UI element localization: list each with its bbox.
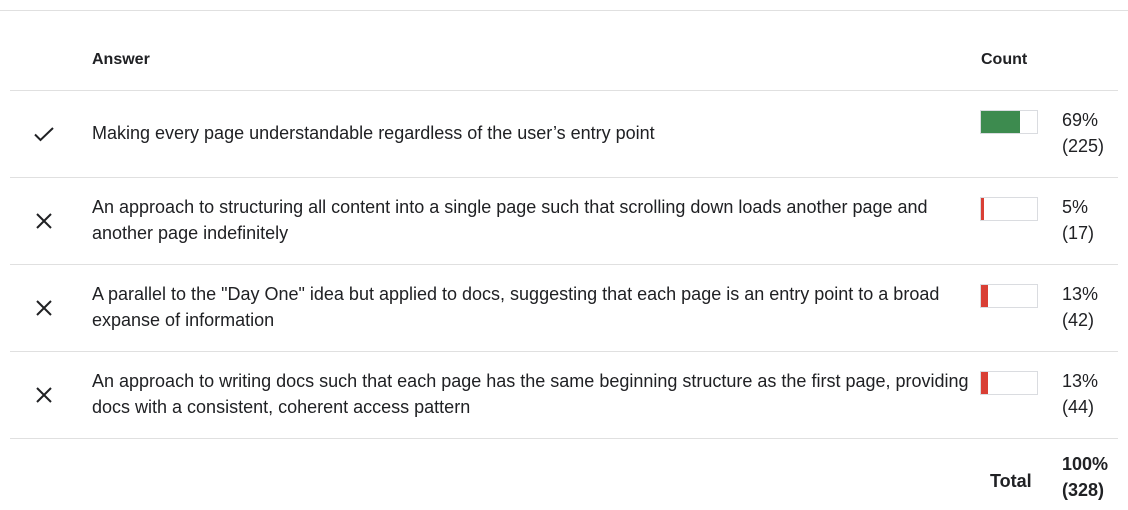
answer-count: (44) xyxy=(1062,397,1095,417)
total-count: (328) xyxy=(1062,480,1105,500)
close-icon xyxy=(32,209,56,233)
answer-percent: 13% xyxy=(1062,371,1099,391)
close-icon xyxy=(32,296,56,320)
percent-bar-fill xyxy=(981,372,988,394)
table-row: An approach to writing docs such that ea… xyxy=(10,351,1118,437)
table-row: An approach to structuring all content i… xyxy=(10,177,1118,263)
answer-text: Making every page understandable regardl… xyxy=(92,123,655,143)
top-divider xyxy=(0,10,1128,11)
answer-column-header: Answer xyxy=(92,51,150,68)
check-icon xyxy=(32,122,56,146)
percent-bar-fill xyxy=(981,198,984,220)
table-row: Making every page understandable regardl… xyxy=(10,90,1118,176)
answer-count: (17) xyxy=(1062,223,1095,243)
answer-percent: 69% xyxy=(1062,110,1099,130)
answer-stat: 69% (225) xyxy=(1062,107,1104,159)
total-row: Total 100% (328) xyxy=(10,439,1118,510)
percent-bar xyxy=(980,284,1038,308)
percent-bar xyxy=(980,197,1038,221)
total-label: Total xyxy=(990,471,1032,491)
total-percent: 100% xyxy=(1062,454,1109,474)
answer-text: An approach to writing docs such that ea… xyxy=(92,371,969,417)
answer-count: (225) xyxy=(1062,136,1105,156)
total-stat: 100% (328) xyxy=(1062,451,1108,503)
answer-stat: 13% (42) xyxy=(1062,281,1098,333)
answer-text: An approach to structuring all content i… xyxy=(92,197,928,243)
answer-stat: 13% (44) xyxy=(1062,368,1098,420)
percent-bar xyxy=(980,110,1038,134)
answer-stat: 5% (17) xyxy=(1062,194,1094,246)
answer-percent: 13% xyxy=(1062,284,1099,304)
percent-bar xyxy=(980,371,1038,395)
percent-bar-fill xyxy=(981,285,988,307)
close-icon xyxy=(32,383,56,407)
answer-text: A parallel to the "Day One" idea but app… xyxy=(92,284,940,330)
count-column-header: Count xyxy=(981,51,1028,68)
table-row: A parallel to the "Day One" idea but app… xyxy=(10,264,1118,350)
percent-bar-fill xyxy=(981,111,1020,133)
answer-percent: 5% xyxy=(1062,197,1089,217)
table-header: Answer Count xyxy=(10,46,1118,88)
answer-count: (42) xyxy=(1062,310,1095,330)
